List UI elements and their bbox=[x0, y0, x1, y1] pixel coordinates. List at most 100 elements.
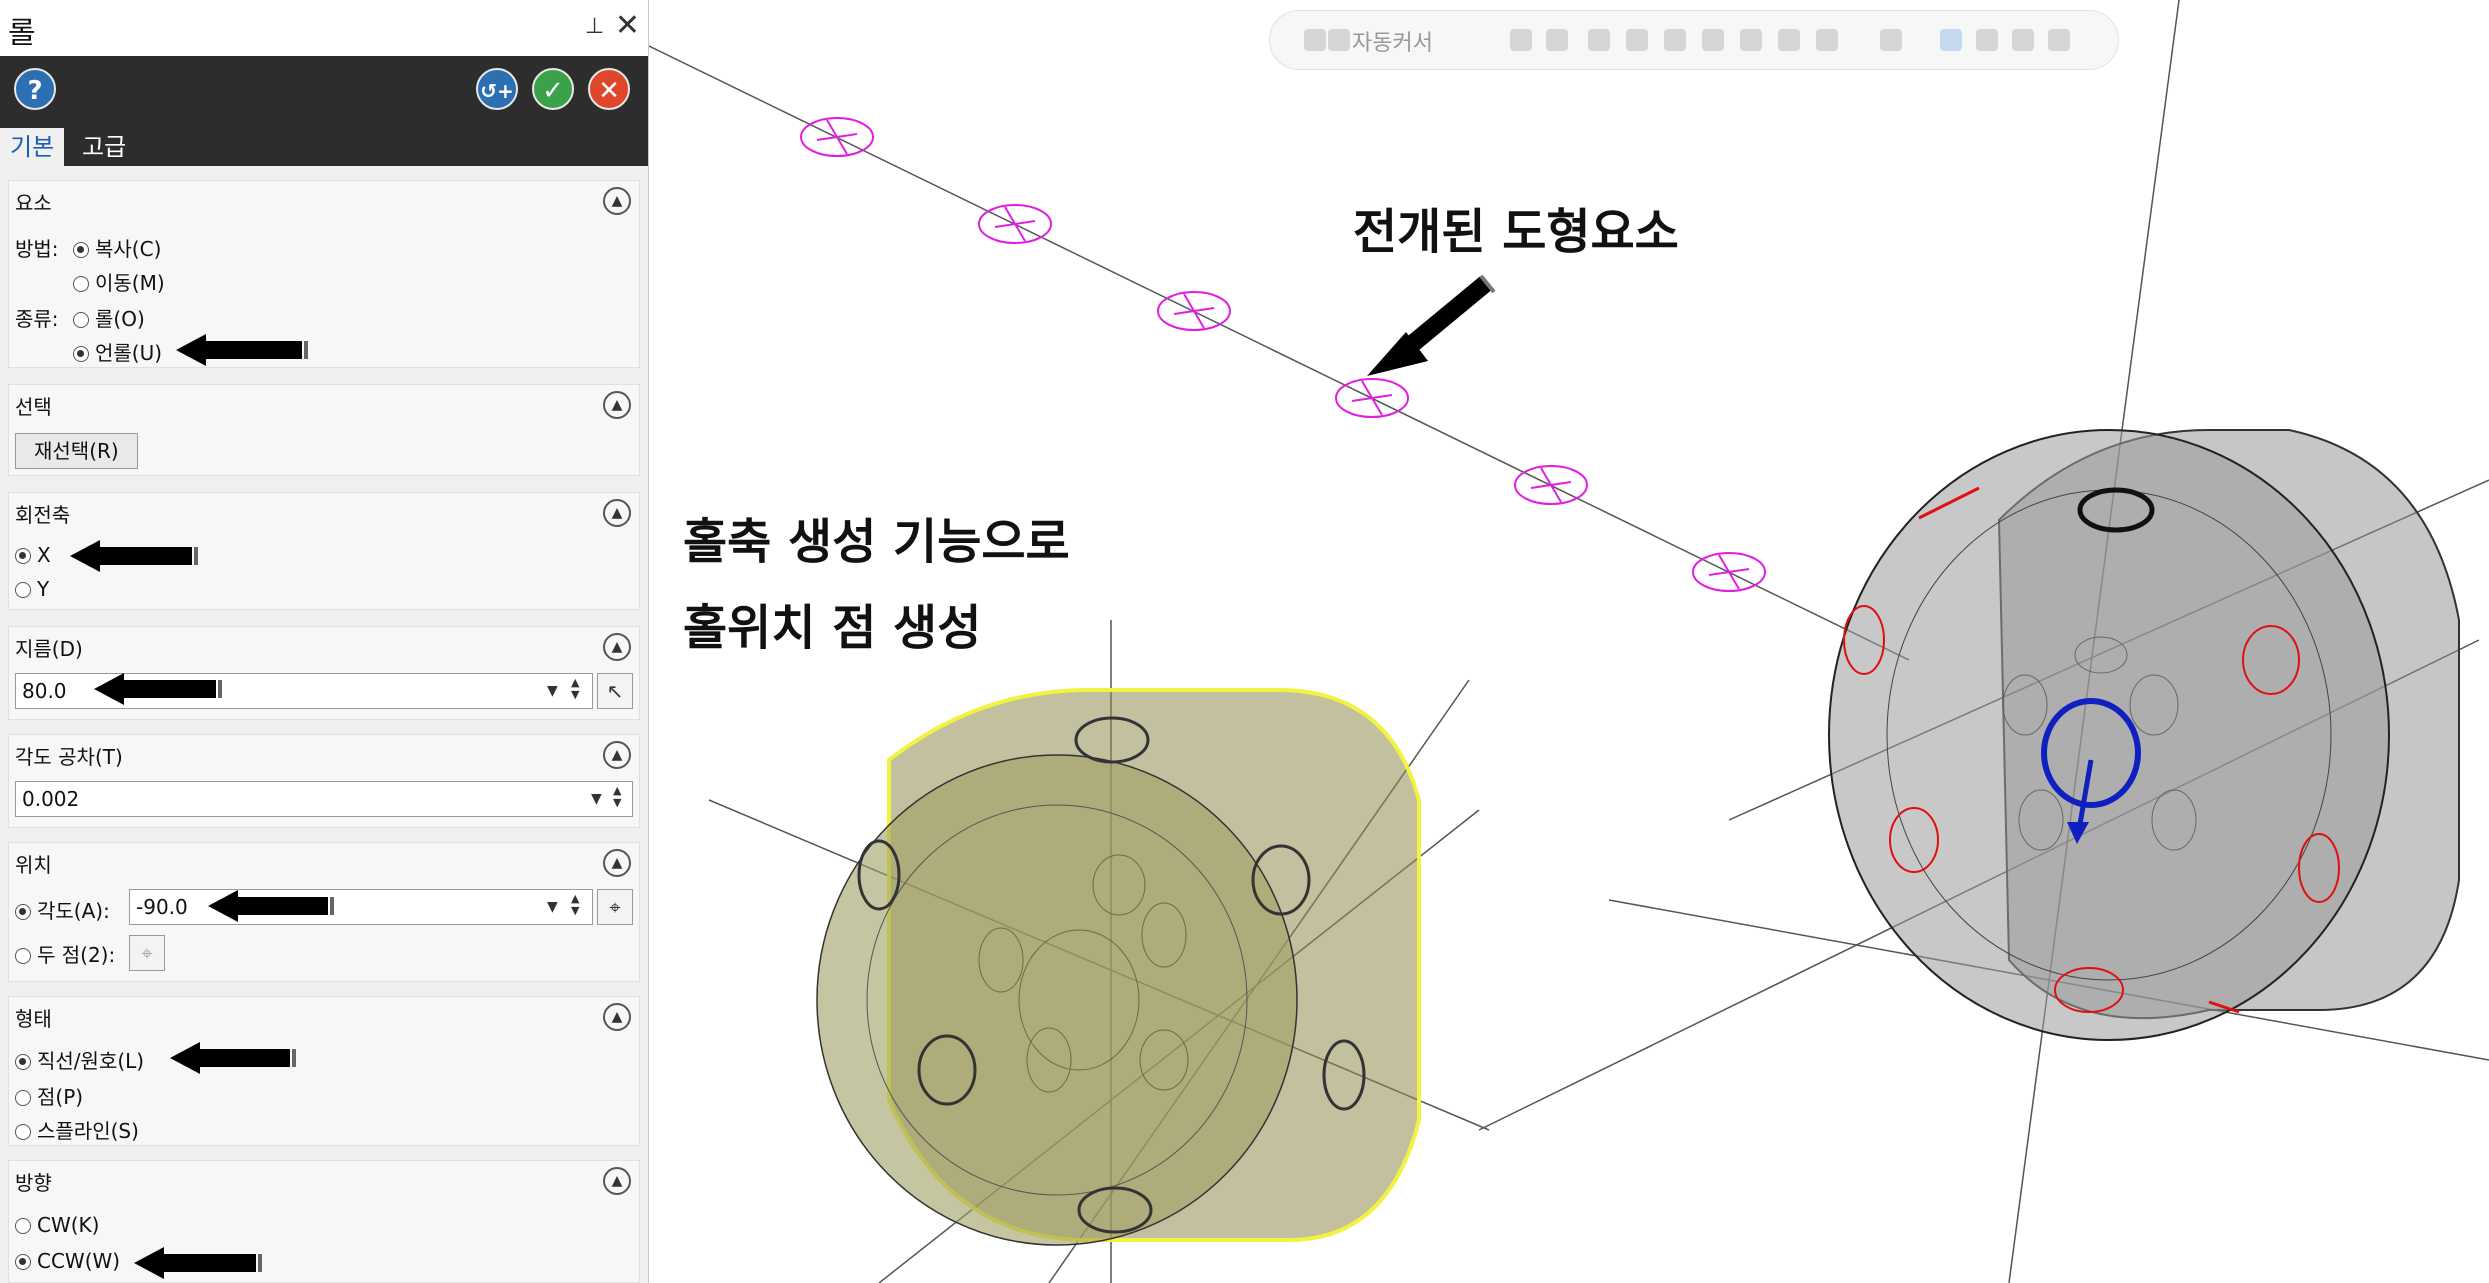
unroll-point bbox=[1335, 378, 1409, 418]
panel-title: 롤 bbox=[8, 16, 36, 51]
spin-stepper[interactable]: ▲ ▼ bbox=[571, 893, 579, 917]
section-title: 회전축 bbox=[15, 503, 71, 527]
section-title: 선택 bbox=[15, 395, 52, 419]
collapse-icon[interactable]: ▲ bbox=[603, 633, 631, 661]
dropdown-arrow-icon[interactable]: ▼ bbox=[547, 899, 558, 915]
pick-cursor-icon[interactable]: ↖ bbox=[597, 673, 633, 709]
tab-basic[interactable]: 기본 bbox=[0, 128, 65, 166]
radio-line-arc[interactable]: 직선/원호(L) bbox=[15, 1045, 144, 1074]
collapse-icon[interactable]: ▲ bbox=[603, 187, 631, 215]
unroll-point bbox=[1692, 552, 1766, 592]
radio-icon bbox=[15, 904, 31, 920]
section-title: 형태 bbox=[15, 1007, 52, 1031]
radio-icon bbox=[73, 346, 89, 362]
annotation-arrow bbox=[170, 1042, 300, 1074]
radio-icon bbox=[15, 948, 31, 964]
collapse-icon[interactable]: ▲ bbox=[603, 499, 631, 527]
pick-check-icon[interactable] bbox=[1976, 29, 1998, 51]
radio-axis-x[interactable]: X bbox=[15, 543, 51, 567]
method-label: 방법: bbox=[15, 237, 59, 261]
collapse-icon[interactable]: ▲ bbox=[603, 849, 631, 877]
select-body-icon[interactable] bbox=[1626, 29, 1648, 51]
close-icon[interactable]: ✕ bbox=[615, 8, 640, 43]
section-angle-tolerance: 각도 공차(T) ▲ 0.002 ▼ ▲ ▼ bbox=[8, 734, 640, 828]
radio-icon bbox=[15, 1254, 31, 1270]
radio-angle[interactable]: 각도(A): bbox=[15, 895, 110, 924]
section-select: 선택 ▲ 재선택(R) bbox=[8, 384, 640, 476]
tab-advanced[interactable]: 고급 bbox=[72, 128, 136, 166]
view-highlight-icon[interactable] bbox=[1940, 29, 1962, 51]
pin-icon[interactable]: ⊥ bbox=[585, 14, 604, 39]
select-vertex-icon[interactable] bbox=[1740, 29, 1762, 51]
select-face-icon[interactable] bbox=[1664, 29, 1686, 51]
angle-input[interactable]: -90.0 bbox=[129, 889, 593, 925]
radio-axis-y[interactable]: Y bbox=[15, 577, 49, 601]
settings-icon[interactable] bbox=[2012, 29, 2034, 51]
annotation-arrow bbox=[70, 540, 202, 572]
radio-roll[interactable]: 롤(O) bbox=[73, 303, 145, 332]
radio-icon bbox=[15, 1218, 31, 1234]
filter-icon[interactable] bbox=[1816, 29, 1838, 51]
radio-cw[interactable]: CW(K) bbox=[15, 1213, 99, 1237]
radio-move[interactable]: 이동(M) bbox=[73, 267, 165, 296]
auto-cursor-label[interactable]: 자동커서 bbox=[1352, 25, 1433, 57]
radio-unroll[interactable]: 언롤(U) bbox=[73, 337, 162, 366]
radio-copy[interactable]: 복사(C) bbox=[73, 233, 161, 262]
annotation-arrow bbox=[94, 673, 226, 705]
radio-icon bbox=[73, 276, 89, 292]
section-title: 요소 bbox=[15, 191, 52, 215]
roll-dialog-panel: 롤 ⊥ ✕ ? ↺+ ✓ ✕ 기본 고급 요소 ▲ 방법: 복사(C) 이동(M… bbox=[0, 0, 649, 1283]
view-toolbar: 자동커서 bbox=[1269, 10, 2119, 70]
collapse-icon[interactable]: ▲ bbox=[603, 1003, 631, 1031]
apply-button[interactable]: ↺+ bbox=[476, 68, 518, 110]
cad-viewport[interactable]: 자동커서 전개된 도형요소 홀축 생성 기능으로 홀위치 점 생성 bbox=[649, 0, 2489, 1283]
radio-icon bbox=[15, 548, 31, 564]
box-select-icon[interactable] bbox=[1880, 29, 1902, 51]
annotation-arrow bbox=[176, 334, 312, 366]
reselect-button[interactable]: 재선택(R) bbox=[15, 433, 138, 469]
section-element: 요소 ▲ 방법: 복사(C) 이동(M) 종류: 롤(O) 언롤(U) bbox=[8, 180, 640, 368]
radio-two-points[interactable]: 두 점(2): bbox=[15, 939, 115, 968]
section-title: 지름(D) bbox=[15, 637, 83, 661]
undo-icon[interactable] bbox=[2048, 29, 2070, 51]
help-button[interactable]: ? bbox=[14, 68, 56, 110]
radio-spline[interactable]: 스플라인(S) bbox=[15, 1115, 139, 1144]
radio-icon bbox=[15, 1090, 31, 1106]
radio-ccw[interactable]: CCW(W) bbox=[15, 1249, 120, 1273]
olive-part[interactable] bbox=[816, 688, 1421, 1246]
cursor-select-icon[interactable] bbox=[1328, 29, 1350, 51]
type-label: 종류: bbox=[15, 307, 59, 331]
snap-point-icon[interactable] bbox=[1546, 29, 1568, 51]
panel-titlebar: 롤 ⊥ ✕ bbox=[0, 0, 648, 56]
dropdown-arrow-icon[interactable]: ▼ bbox=[591, 791, 602, 807]
select-edge-icon[interactable] bbox=[1702, 29, 1724, 51]
collapse-icon[interactable]: ▲ bbox=[603, 741, 631, 769]
annotation-arrow bbox=[208, 890, 338, 922]
crosshair-icon-disabled[interactable]: ⌖ bbox=[129, 935, 165, 971]
dropdown-arrow-icon[interactable]: ▼ bbox=[547, 683, 558, 699]
snap-icon[interactable] bbox=[1510, 29, 1532, 51]
crosshair-icon[interactable]: ⌖ bbox=[597, 889, 633, 925]
annotation-arrow bbox=[134, 1247, 266, 1279]
radio-icon bbox=[15, 1124, 31, 1140]
ok-button[interactable]: ✓ bbox=[532, 68, 574, 110]
tolerance-input[interactable]: 0.002 bbox=[15, 781, 633, 817]
spin-stepper[interactable]: ▲ ▼ bbox=[571, 677, 579, 701]
annotation-arrow-unrolled bbox=[1367, 274, 1496, 376]
spin-stepper[interactable]: ▲ ▼ bbox=[613, 785, 621, 809]
collapse-icon[interactable]: ▲ bbox=[603, 391, 631, 419]
radio-icon bbox=[15, 1054, 31, 1070]
collapse-icon[interactable]: ▲ bbox=[603, 1167, 631, 1195]
radio-point[interactable]: 점(P) bbox=[15, 1081, 83, 1110]
section-direction: 방향 ▲ CW(K) CCW(W) bbox=[8, 1160, 640, 1283]
select-solid-icon[interactable] bbox=[1778, 29, 1800, 51]
gray-part[interactable] bbox=[1828, 429, 2460, 1041]
section-title: 방향 bbox=[15, 1171, 52, 1195]
unroll-point bbox=[800, 117, 874, 157]
radio-icon bbox=[73, 312, 89, 328]
section-title: 각도 공차(T) bbox=[15, 745, 123, 769]
pointer-icon[interactable] bbox=[1588, 29, 1610, 51]
cancel-button[interactable]: ✕ bbox=[588, 68, 630, 110]
lock-icon[interactable] bbox=[1304, 29, 1326, 51]
olive-front-face bbox=[816, 754, 1298, 1246]
